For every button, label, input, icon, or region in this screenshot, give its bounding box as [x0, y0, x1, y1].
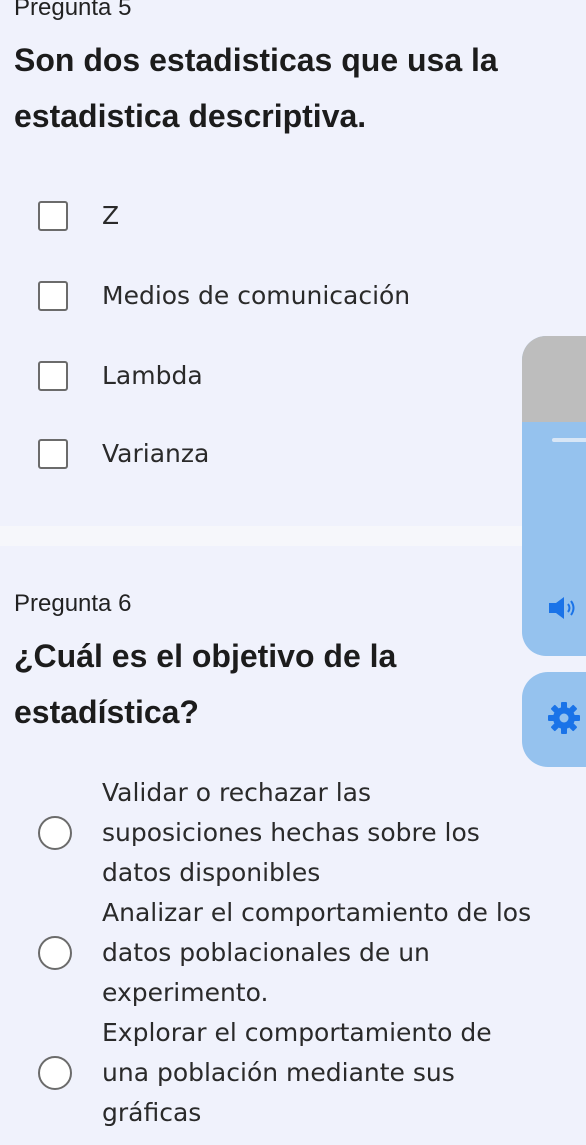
checkbox[interactable] [38, 439, 68, 469]
radio-button[interactable] [38, 816, 72, 850]
option-label: Validar o rechazar las suposiciones hech… [102, 778, 480, 887]
option-validar[interactable]: Validar o rechazar las suposiciones hech… [38, 772, 538, 894]
option-label: Z [102, 201, 120, 230]
toolbar-bar [552, 438, 586, 442]
radio-button[interactable] [38, 1056, 72, 1090]
option-label: Varianza [102, 439, 210, 468]
question-6-title: ¿Cuál es el objetivo de la estadística? [14, 638, 397, 730]
option-explorar[interactable]: Explorar el comportamiento de una poblac… [38, 1012, 538, 1134]
question-5-label: Pregunta 5 [14, 0, 132, 21]
question-5-card: Pregunta 5 Son dos estadisticas que usa … [0, 0, 586, 526]
option-label: Medios de comunicación [102, 281, 411, 310]
side-toolbar[interactable] [522, 336, 586, 656]
settings-button[interactable] [522, 672, 586, 767]
card-divider [0, 526, 586, 546]
question-6-label: Pregunta 6 [14, 590, 132, 617]
gear-icon[interactable] [546, 700, 582, 736]
option-z[interactable]: Z [38, 196, 538, 236]
option-medios[interactable]: Medios de comunicación [38, 276, 538, 316]
option-label: Lambda [102, 361, 203, 390]
checkbox[interactable] [38, 281, 68, 311]
radio-button[interactable] [38, 936, 72, 970]
option-varianza[interactable]: Varianza [38, 434, 538, 474]
option-label: Analizar el comportamiento de los datos … [102, 898, 532, 1007]
toolbar-handle[interactable] [522, 336, 586, 422]
speaker-icon[interactable] [546, 594, 582, 622]
option-analizar[interactable]: Analizar el comportamiento de los datos … [38, 892, 538, 1014]
option-lambda[interactable]: Lambda [38, 356, 538, 396]
checkbox[interactable] [38, 201, 68, 231]
option-label: Explorar el comportamiento de una poblac… [102, 1018, 492, 1127]
checkbox[interactable] [38, 361, 68, 391]
question-5-title: Son dos estadisticas que usa la estadist… [14, 42, 498, 134]
question-6-card: Pregunta 6 ¿Cuál es el objetivo de la es… [0, 546, 586, 1145]
